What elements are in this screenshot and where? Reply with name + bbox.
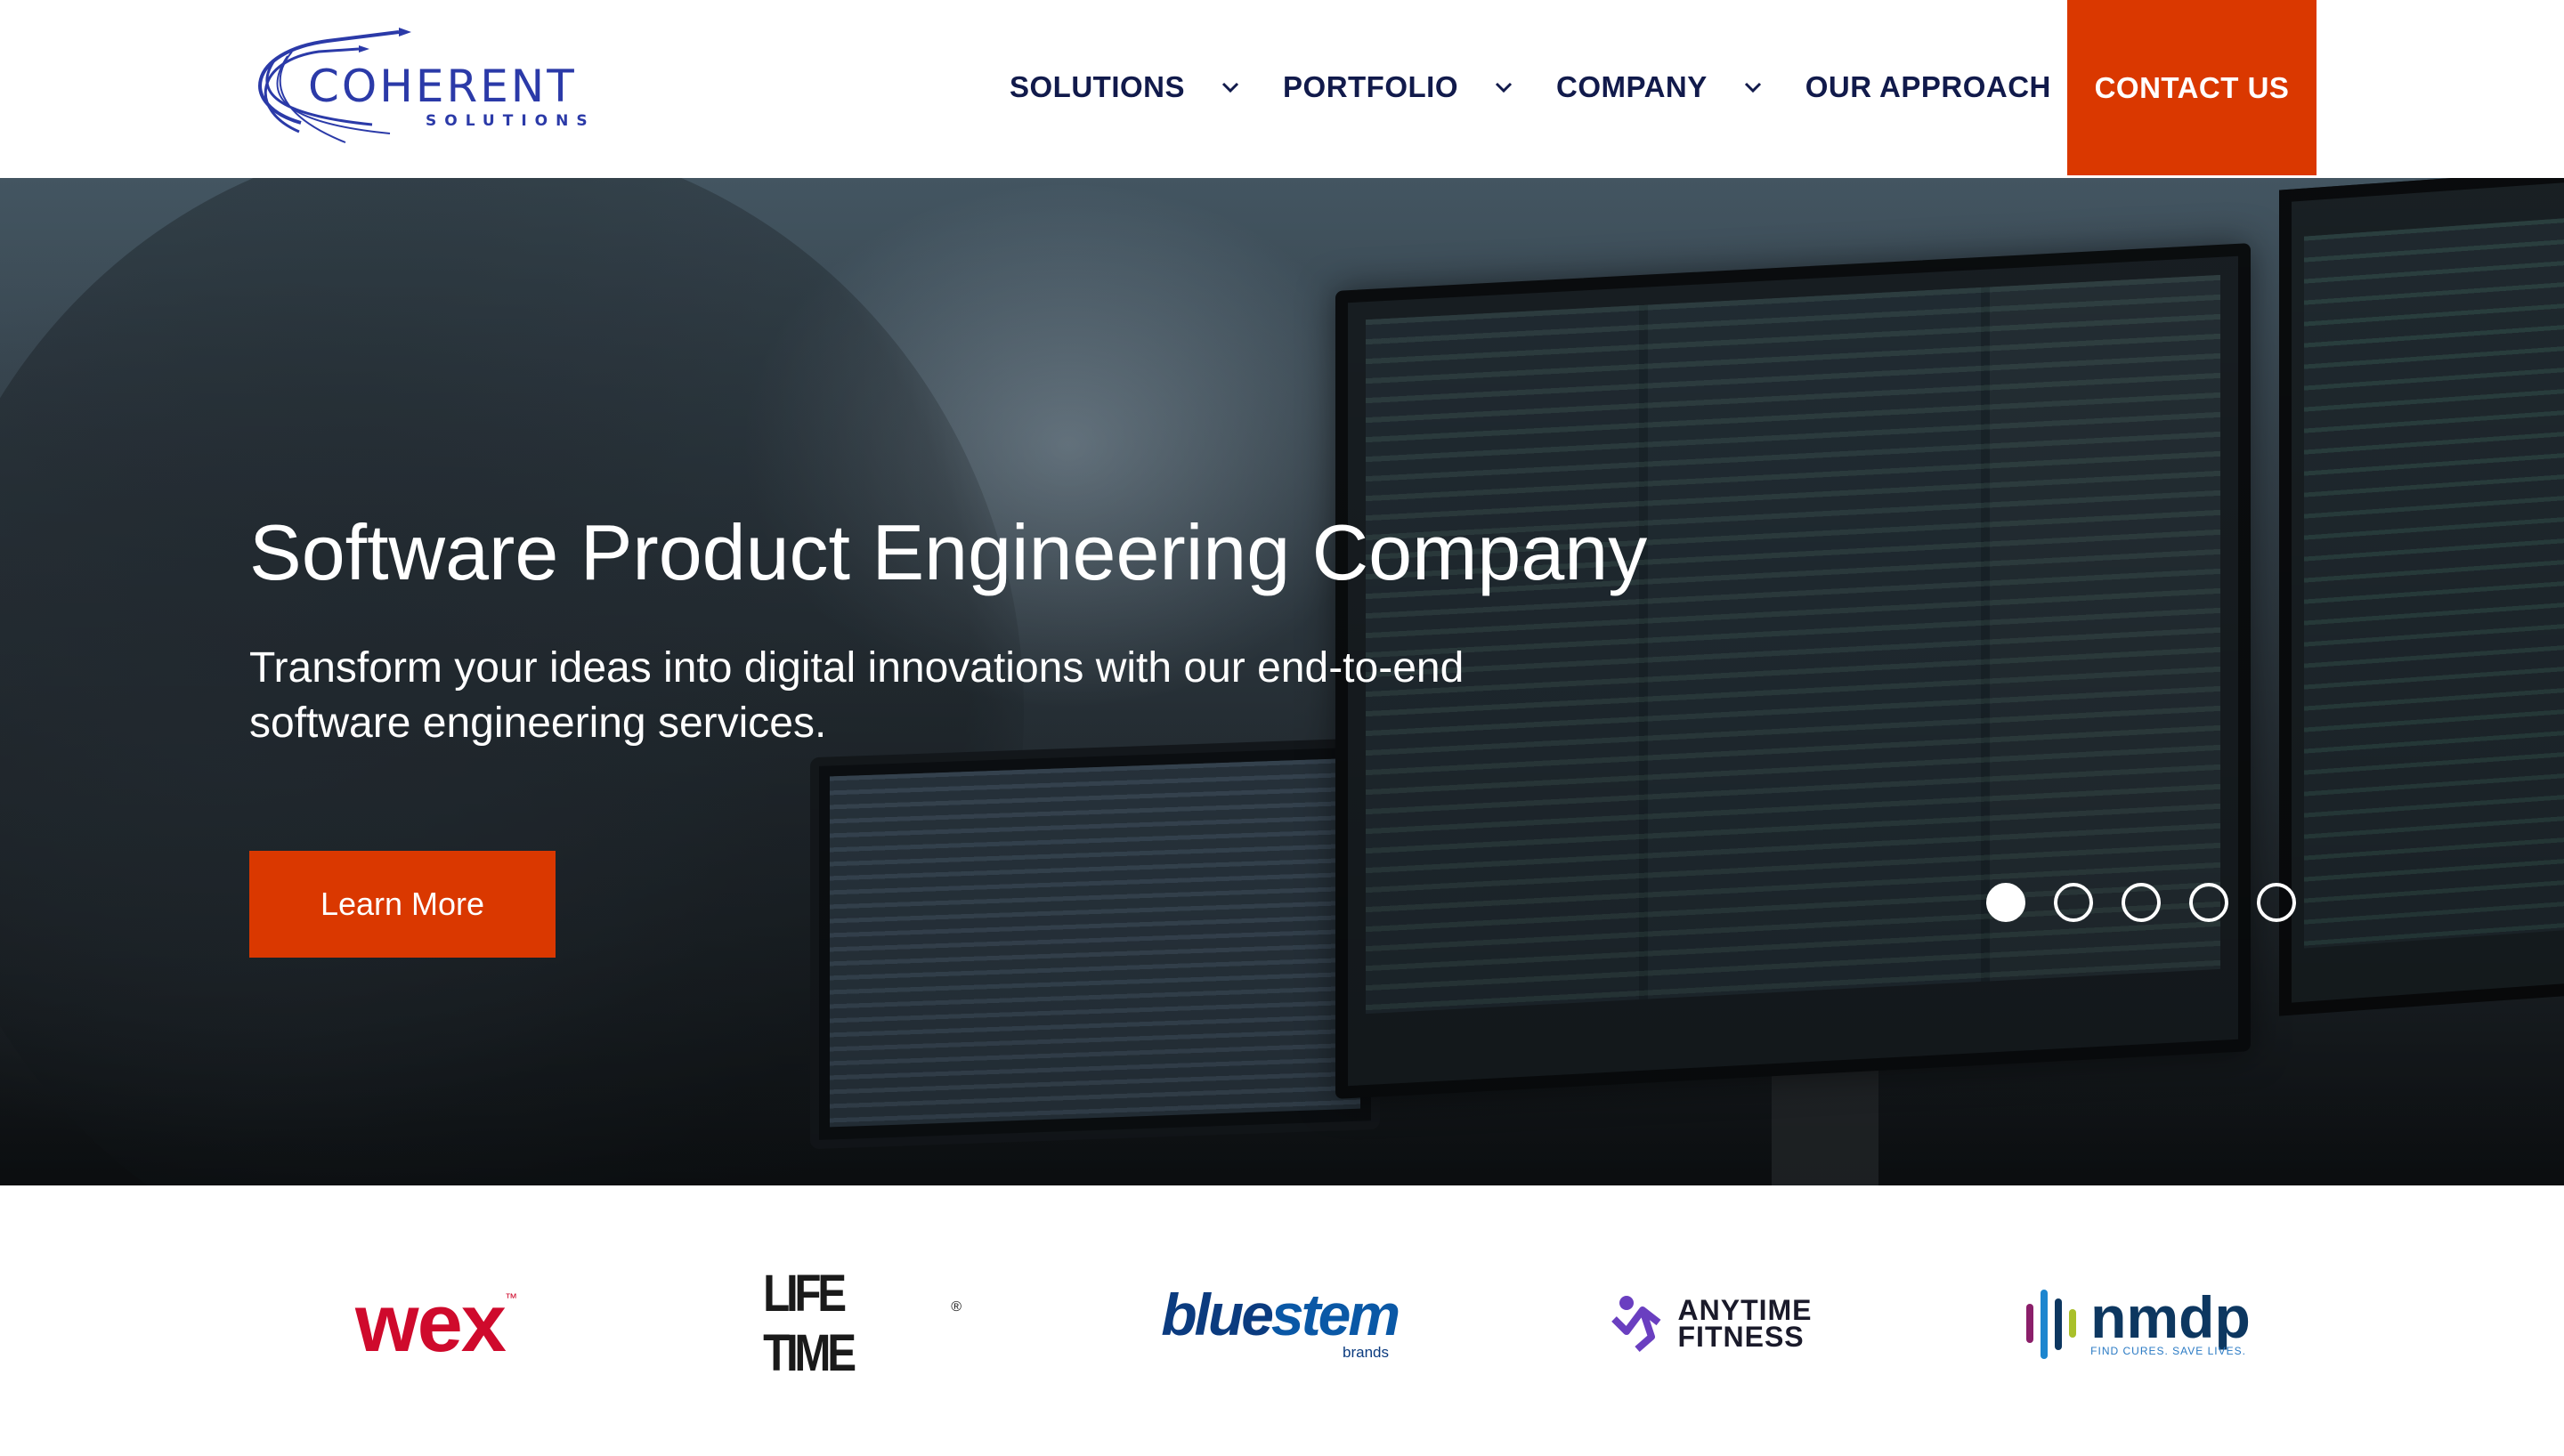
carousel-dot-4[interactable] [2189,883,2228,922]
lifetime-wordmark: LIFE TIME [763,1265,856,1382]
chevron-down-icon [1221,82,1239,93]
nav-company[interactable]: COMPANY [1556,70,1763,104]
trademark-mark: ™ [504,1290,517,1305]
main-nav: SOLUTIONS PORTFOLIO COMPANY OUR APPROACH [1010,62,2149,112]
wex-wordmark: wex [355,1277,507,1369]
client-logo-bluestem: bluestem brands [1161,1274,1400,1372]
hero-title: Software Product Engineering Company [249,508,1648,596]
bluestem-part-a: blue [1161,1282,1274,1347]
client-logo-anytime-fitness: ANYTIME FITNESS [1594,1274,1825,1372]
carousel-dot-2[interactable] [2054,883,2093,922]
running-man-icon [1611,1296,1660,1353]
nav-label: PORTFOLIO [1283,70,1459,103]
bluestem-wordmark: bluestem [1161,1282,1400,1347]
carousel-pagination [1986,883,2325,922]
logo-wordmark: COHERENT [308,61,577,112]
client-logo-wex: wex ™ [320,1274,552,1372]
carousel-dot-3[interactable] [2122,883,2161,922]
chevron-down-icon [1495,82,1513,93]
nmdp-bars-icon [2026,1290,2077,1359]
client-logo-lifetime: LIFE TIME ® [748,1265,961,1382]
nav-solutions[interactable]: SOLUTIONS [1010,70,1240,104]
site-header: COHERENT SOLUTIONS SOLUTIONS PORTFOLIO C… [0,0,2564,178]
hero-subtitle: Transform your ideas into digital innova… [249,644,1465,747]
bluestem-part-b: stem [1270,1282,1400,1347]
nav-our-approach[interactable]: OUR APPROACH [1805,70,2106,104]
nav-label: SOLUTIONS [1010,70,1186,103]
coherent-solutions-logo[interactable]: COHERENT SOLUTIONS [247,25,588,150]
client-logo-nmdp: nmdp FIND CURES. SAVE LIVES. [2012,1274,2261,1372]
nmdp-wordmark: nmdp FIND CURES. SAVE LIVES. [2090,1284,2251,1357]
nav-portfolio[interactable]: PORTFOLIO [1283,70,1513,104]
client-logos: wex ™ LIFE TIME ® bluestem brands ANYTIM… [0,1185,2564,1456]
carousel-dot-1[interactable] [1986,883,2025,922]
logo-subtitle: SOLUTIONS [426,112,596,130]
anytime-line2: FITNESS [1677,1321,1805,1353]
chevron-down-icon [1744,82,1761,93]
registered-mark: ® [951,1299,961,1314]
anytime-wordmark: ANYTIME FITNESS [1677,1294,1813,1353]
contact-us-button[interactable]: CONTACT US [2067,0,2317,175]
nmdp-tagline: FIND CURES. SAVE LIVES. [2090,1345,2246,1357]
anytime-line1: ANYTIME [1677,1294,1813,1326]
contact-us-label: CONTACT US [2094,70,2290,104]
nav-label: COMPANY [1556,70,1708,103]
nav-label: OUR APPROACH [1805,70,2051,103]
hero-banner: Software Product Engineering Company Tra… [0,178,2564,1185]
bluestem-subtitle: brands [1343,1344,1389,1361]
carousel-dot-5[interactable] [2257,883,2296,922]
nmdp-name: nmdp [2090,1284,2251,1350]
learn-more-button[interactable]: Learn More [249,851,556,958]
